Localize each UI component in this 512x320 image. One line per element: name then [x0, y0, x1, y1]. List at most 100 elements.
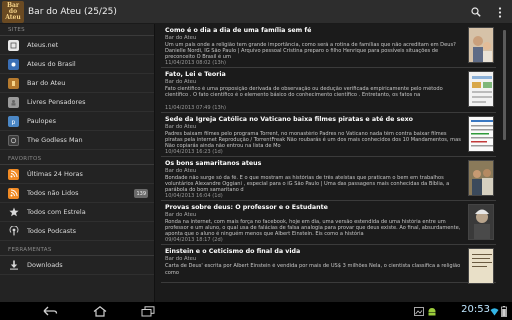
article-date: 11/04/2013 08:02 (13h): [165, 60, 226, 67]
sidebar-item-ateus-do-brasil[interactable]: Ateus do Brasil: [0, 55, 154, 74]
article-feed: Bar do Ateu: [165, 167, 197, 174]
sidebar-section-header-ferramentas: FERRAMENTAS: [0, 244, 154, 256]
battery-status: [500, 304, 508, 318]
sidebar-item-ultimas-24-horas[interactable]: Últimas 24 Horas: [0, 165, 154, 184]
home-button[interactable]: [90, 304, 110, 318]
recent-apps-icon: [141, 305, 155, 316]
sidebar-item-the-godless-man[interactable]: The Godless Man: [0, 131, 154, 150]
rss-icon: [8, 187, 19, 199]
status-clock: 20:53: [461, 304, 490, 315]
svg-text:p: p: [12, 119, 16, 125]
ateus-brasil-icon: [8, 58, 19, 70]
article-snippet: Fato científico é uma proposição derivad…: [165, 86, 443, 99]
sidebar-item-bar-do-ateu[interactable]: Bar do Ateu: [0, 74, 154, 93]
article-title: Os bons samaritanos ateus: [165, 159, 262, 167]
sidebar-item-label: Bar do Ateu: [27, 79, 66, 87]
sidebar-item-label: Todos Podcasts: [27, 227, 77, 235]
app-logo[interactable]: Bar do Ateu: [2, 0, 24, 23]
sidebar-item-livres-pensadores[interactable]: Livres Pensadores: [0, 93, 154, 112]
article-thumbnail-family-photo: [468, 27, 494, 63]
app-title: Bar do Ateu (25/25): [28, 6, 117, 17]
article-list[interactable]: Como é o dia a dia de uma família sem fé…: [161, 24, 496, 302]
sidebar: SITES Ateus.net Ateus do Brasil Bar do A…: [0, 24, 155, 302]
sidebar-section-header-sites: SITES: [0, 24, 154, 36]
sidebar-item-label: Livres Pensadores: [27, 98, 86, 106]
article-list-scrollbar[interactable]: [503, 30, 506, 140]
sidebar-item-label: The Godless Man: [27, 136, 83, 144]
article-snippet: Padres baixam filmes pelo programa Torre…: [165, 130, 461, 149]
podcast-icon: [8, 226, 19, 237]
back-icon: [43, 306, 58, 316]
sidebar-item-paulopes[interactable]: p Paulopes: [0, 112, 154, 131]
home-icon: [93, 305, 107, 317]
article-title: Einstein e o Ceticismo do final da vida: [165, 248, 301, 256]
overflow-menu-button[interactable]: [488, 0, 512, 24]
sidebar-item-todos-podcasts[interactable]: Todos Podcasts: [0, 222, 154, 241]
article-item[interactable]: Fato, Lei e Teoria Bar do Ateu Fato cien…: [161, 68, 496, 113]
wifi-status: [490, 304, 499, 318]
article-feed: Bar do Ateu: [165, 212, 197, 219]
search-button[interactable]: [464, 0, 488, 24]
article-thumbnail-people-photo: [468, 159, 494, 196]
sidebar-item-label: Últimas 24 Horas: [27, 170, 83, 178]
star-icon: [8, 207, 19, 218]
sidebar-item-label: Downloads: [27, 261, 63, 269]
sidebar-item-ateus-net[interactable]: Ateus.net: [0, 36, 154, 55]
sidebar-item-todos-com-estrela[interactable]: Todos com Estrela: [0, 203, 154, 222]
sidebar-item-label: Todos não Lidos: [27, 189, 79, 197]
article-date: 10/04/2013 16:04 (1d): [165, 193, 223, 200]
search-icon: [471, 7, 481, 17]
article-feed: Bar do Ateu: [165, 35, 197, 41]
article-item[interactable]: Os bons samaritanos ateus Bar do Ateu Bo…: [161, 157, 496, 202]
article-thumbnail-letter-photo: [468, 248, 494, 285]
article-thumbnail-diagram-photo: [468, 71, 494, 108]
article-title: Como é o dia a dia de uma família sem fé: [165, 27, 312, 34]
ateus-net-icon: [8, 39, 19, 51]
back-button[interactable]: [40, 304, 60, 318]
article-item[interactable]: Einstein e o Ceticismo do final da vida …: [161, 245, 496, 285]
article-thumbnail-professor-photo: [468, 204, 494, 241]
logo-line-3: Ateu: [5, 13, 21, 21]
article-item[interactable]: Provas sobre deus: O professor e o Estud…: [161, 201, 496, 246]
sidebar-item-label: Todos com Estrela: [27, 208, 86, 216]
sidebar-item-downloads[interactable]: Downloads: [0, 256, 154, 275]
android-icon: [428, 307, 436, 315]
article-snippet: Ronda na internet, com mais força no fac…: [165, 219, 461, 238]
article-snippet: Um um país onde a religião tem grande im…: [165, 42, 456, 61]
livres-pensadores-icon: [8, 96, 19, 108]
image-icon: [414, 306, 424, 316]
article-thumbnail-screenshot-photo: [468, 115, 494, 152]
godless-man-icon: [8, 134, 19, 146]
rss-icon: [8, 168, 19, 180]
sidebar-item-label: Ateus.net: [27, 41, 59, 49]
article-snippet: Bondade não surge só da fé. E o que most…: [165, 174, 450, 194]
screenshot-notification[interactable]: [412, 304, 426, 318]
sidebar-item-todos-nao-lidos[interactable]: Todos não Lidos 139: [0, 184, 154, 203]
wifi-icon: [490, 307, 499, 315]
bar-do-ateu-icon: [8, 77, 19, 89]
article-feed: Bar do Ateu: [165, 123, 197, 130]
article-date: 11/04/2013 07:49 (13h): [165, 104, 226, 111]
sidebar-item-label: Paulopes: [27, 117, 57, 125]
article-feed: Bar do Ateu: [165, 256, 197, 263]
article-date: 09/04/2013 18:17 (2d): [165, 237, 223, 244]
battery-icon: [501, 305, 507, 317]
android-notification[interactable]: [425, 304, 439, 318]
action-bar: Bar do Ateu Bar do Ateu (25/25): [0, 0, 512, 24]
sidebar-item-label: Ateus do Brasil: [27, 60, 76, 68]
recent-apps-button[interactable]: [138, 304, 158, 318]
article-item[interactable]: Como é o dia a dia de uma família sem fé…: [161, 24, 496, 69]
system-navigation-bar: 20:53: [0, 302, 512, 320]
article-feed: Bar do Ateu: [165, 79, 197, 86]
download-icon: [8, 260, 19, 271]
paulopes-icon: p: [8, 115, 19, 127]
unread-count-badge: 139: [134, 189, 148, 198]
article-title: Provas sobre deus: O professor e o Estud…: [165, 204, 328, 212]
article-snippet: Carta de Deus' escrita por Albert Einste…: [165, 263, 461, 276]
article-date: 10/04/2013 16:23 (1d): [165, 148, 223, 155]
article-title: Fato, Lei e Teoria: [165, 71, 226, 79]
article-item[interactable]: Sede da Igreja Católica no Vaticano baix…: [161, 113, 496, 157]
sidebar-section-header-favoritos: FAVORITOS: [0, 153, 154, 165]
overflow-menu-icon: [498, 6, 502, 18]
article-title: Sede da Igreja Católica no Vaticano baix…: [165, 115, 413, 123]
